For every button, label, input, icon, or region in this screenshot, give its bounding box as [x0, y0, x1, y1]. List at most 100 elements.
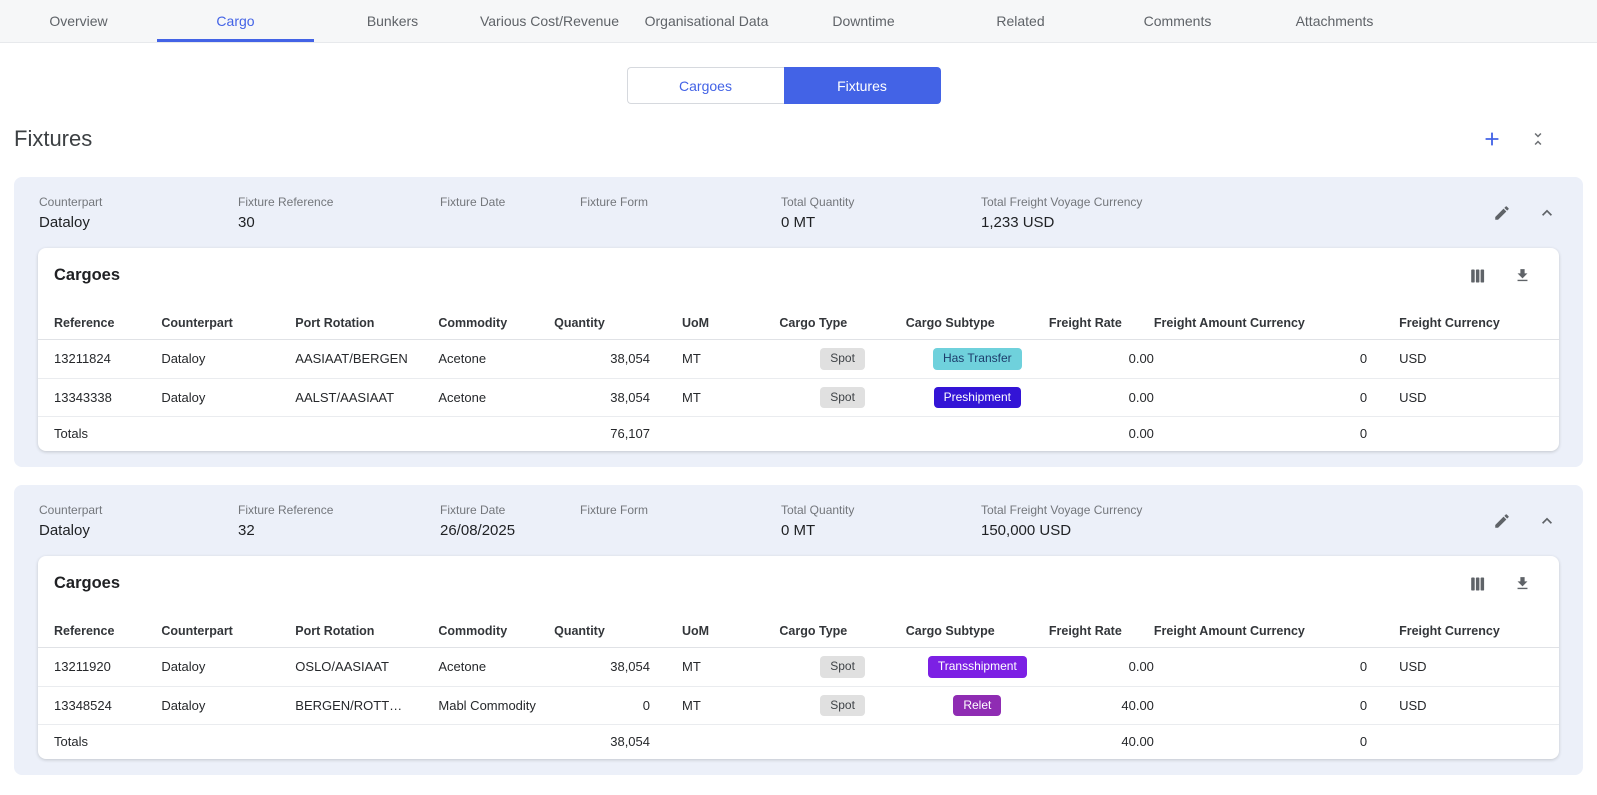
- col-reference[interactable]: Reference: [38, 307, 161, 340]
- tab-various-cost-revenue[interactable]: Various Cost/Revenue: [471, 0, 628, 42]
- total-freight-label: Total Freight Voyage Currency: [981, 195, 1241, 209]
- totals-quantity: 38,054: [554, 725, 650, 760]
- edit-fixture-button[interactable]: [1493, 512, 1511, 530]
- cell-quantity: 38,054: [554, 340, 650, 379]
- total-quantity-label: Total Quantity: [781, 195, 981, 209]
- col-counterpart[interactable]: Counterpart: [161, 307, 295, 340]
- fixture-date-value: 26/08/2025: [440, 522, 580, 541]
- chevron-up-icon: [1537, 511, 1557, 531]
- col-cargo-subtype[interactable]: Cargo Subtype: [906, 307, 1049, 340]
- fixture-card: Counterpart Dataloy Fixture Reference 32…: [14, 485, 1583, 775]
- totals-quantity: 76,107: [554, 417, 650, 452]
- toggle-fixtures[interactable]: Fixtures: [784, 67, 941, 104]
- col-quantity[interactable]: Quantity: [554, 615, 650, 648]
- cell-port-rotation: AASIAAT/BERGEN: [295, 340, 438, 379]
- tab-overview[interactable]: Overview: [0, 0, 157, 42]
- collapse-card-button[interactable]: [1537, 511, 1557, 531]
- col-cargo-type[interactable]: Cargo Type: [779, 307, 905, 340]
- col-freight-rate[interactable]: Freight Rate: [1049, 307, 1154, 340]
- col-commodity[interactable]: Commodity: [438, 307, 554, 340]
- col-uom[interactable]: UoM: [650, 307, 779, 340]
- totals-freight-amount-currency: 0: [1154, 725, 1367, 760]
- download-button[interactable]: [1514, 267, 1531, 284]
- totals-row: Totals 76,107 0.00 0: [38, 417, 1559, 452]
- table-row[interactable]: 13348524 Dataloy BERGEN/ROTT… Mabl Commo…: [38, 686, 1559, 725]
- pencil-icon: [1493, 204, 1511, 222]
- table-row[interactable]: 13211824 Dataloy AASIAAT/BERGEN Acetone …: [38, 340, 1559, 379]
- tab-related[interactable]: Related: [942, 0, 1099, 42]
- cell-freight-currency: USD: [1367, 378, 1559, 417]
- total-freight-label: Total Freight Voyage Currency: [981, 503, 1241, 517]
- plus-icon: [1481, 128, 1503, 150]
- pencil-icon: [1493, 512, 1511, 530]
- col-port-rotation[interactable]: Port Rotation: [295, 307, 438, 340]
- col-freight-currency[interactable]: Freight Currency: [1367, 615, 1559, 648]
- tab-attachments[interactable]: Attachments: [1256, 0, 1413, 42]
- cell-freight-amount-currency: 0: [1154, 648, 1367, 687]
- col-freight-currency[interactable]: Freight Currency: [1367, 307, 1559, 340]
- fixture-card: Counterpart Dataloy Fixture Reference 30…: [14, 177, 1583, 467]
- add-fixture-button[interactable]: [1481, 128, 1503, 150]
- cell-freight-rate: 40.00: [1049, 686, 1154, 725]
- col-quantity[interactable]: Quantity: [554, 307, 650, 340]
- cell-freight-amount-currency: 0: [1154, 340, 1367, 379]
- col-uom[interactable]: UoM: [650, 615, 779, 648]
- cell-freight-amount-currency: 0: [1154, 378, 1367, 417]
- table-row[interactable]: 13343338 Dataloy AALST/AASIAAT Acetone 3…: [38, 378, 1559, 417]
- col-counterpart[interactable]: Counterpart: [161, 615, 295, 648]
- column-settings-button[interactable]: [1468, 267, 1486, 285]
- column-settings-button[interactable]: [1468, 575, 1486, 593]
- cell-commodity: Acetone: [438, 648, 554, 687]
- download-icon: [1514, 267, 1531, 284]
- tab-comments[interactable]: Comments: [1099, 0, 1256, 42]
- view-columns-icon: [1468, 575, 1486, 593]
- toggle-cargoes[interactable]: Cargoes: [627, 67, 784, 104]
- edit-fixture-button[interactable]: [1493, 204, 1511, 222]
- cell-freight-amount-currency: 0: [1154, 686, 1367, 725]
- table-header-row: Reference Counterpart Port Rotation Comm…: [38, 615, 1559, 648]
- fixture-reference-value: 30: [238, 214, 440, 233]
- view-toggle: Cargoes Fixtures: [627, 67, 941, 104]
- cargoes-panel: Cargoes: [38, 556, 1559, 759]
- col-reference[interactable]: Reference: [38, 615, 161, 648]
- download-button[interactable]: [1514, 575, 1531, 592]
- download-icon: [1514, 575, 1531, 592]
- cell-freight-currency: USD: [1367, 340, 1559, 379]
- cell-commodity: Acetone: [438, 340, 554, 379]
- page-header: Fixtures: [14, 126, 1547, 152]
- table-row[interactable]: 13211920 Dataloy OSLO/AASIAAT Acetone 38…: [38, 648, 1559, 687]
- collapse-all-button[interactable]: [1529, 130, 1547, 148]
- col-commodity[interactable]: Commodity: [438, 615, 554, 648]
- cell-quantity: 38,054: [554, 378, 650, 417]
- total-quantity-value: 0 MT: [781, 214, 981, 233]
- cell-uom: MT: [650, 340, 779, 379]
- col-freight-amount-currency[interactable]: Freight Amount Currency: [1154, 307, 1367, 340]
- table-header-row: Reference Counterpart Port Rotation Comm…: [38, 307, 1559, 340]
- totals-freight-rate: 0.00: [1049, 417, 1154, 452]
- col-freight-amount-currency[interactable]: Freight Amount Currency: [1154, 615, 1367, 648]
- fixture-reference-label: Fixture Reference: [238, 195, 440, 209]
- cargoes-panel: Cargoes: [38, 248, 1559, 451]
- col-port-rotation[interactable]: Port Rotation: [295, 615, 438, 648]
- page-title: Fixtures: [14, 126, 92, 152]
- total-quantity-value: 0 MT: [781, 522, 981, 541]
- cell-freight-rate: 0.00: [1049, 378, 1154, 417]
- tab-downtime[interactable]: Downtime: [785, 0, 942, 42]
- fixture-reference-label: Fixture Reference: [238, 503, 440, 517]
- col-cargo-subtype[interactable]: Cargo Subtype: [906, 615, 1049, 648]
- totals-freight-amount-currency: 0: [1154, 417, 1367, 452]
- col-cargo-type[interactable]: Cargo Type: [779, 615, 905, 648]
- tab-bunkers[interactable]: Bunkers: [314, 0, 471, 42]
- chevron-up-icon: [1537, 203, 1557, 223]
- cargoes-table: Reference Counterpart Port Rotation Comm…: [38, 307, 1559, 451]
- collapse-card-button[interactable]: [1537, 203, 1557, 223]
- totals-freight-rate: 40.00: [1049, 725, 1154, 760]
- cargo-subtype-badge: Transshipment: [928, 656, 1027, 678]
- col-freight-rate[interactable]: Freight Rate: [1049, 615, 1154, 648]
- tab-cargo[interactable]: Cargo: [157, 0, 314, 42]
- fixture-form-label: Fixture Form: [580, 195, 781, 209]
- totals-label: Totals: [38, 725, 161, 760]
- tab-organisational-data[interactable]: Organisational Data: [628, 0, 785, 42]
- total-freight-value: 1,233 USD: [981, 214, 1241, 233]
- counterpart-value: Dataloy: [39, 214, 238, 233]
